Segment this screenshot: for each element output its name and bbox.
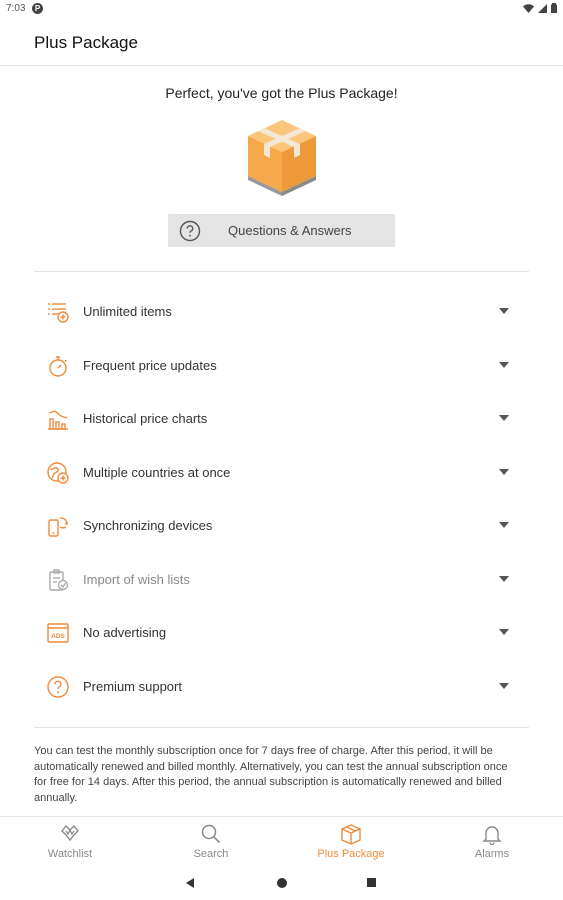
nav-label: Search (193, 848, 229, 860)
list-add-icon (48, 303, 69, 323)
back-icon[interactable] (186, 878, 194, 888)
divider-top (34, 271, 529, 272)
chevron-down-icon (499, 415, 509, 421)
nav-item-watchlist[interactable]: Watchlist (0, 817, 140, 867)
bell-icon (482, 826, 502, 845)
app-bar: Plus Package (0, 18, 563, 66)
chevron-down-icon (499, 469, 509, 475)
search-icon (201, 824, 221, 844)
feature-label: Multiple countries at once (83, 465, 231, 480)
status-icons (523, 3, 557, 13)
signal-icon (538, 3, 547, 13)
feature-row-no-advertising[interactable]: ADS No advertising (34, 613, 529, 653)
bottom-navigation: Watchlist Search Plus Package Alarms (0, 816, 563, 866)
confirmation-headline: Perfect, you've got the Plus Package! (165, 85, 398, 101)
feature-label: Synchronizing devices (83, 518, 213, 533)
chart-icon (48, 410, 68, 430)
home-icon[interactable] (277, 878, 287, 888)
question-circle-icon (179, 220, 201, 242)
feature-label: Premium support (83, 679, 182, 694)
feature-row-multiple-countries[interactable]: Multiple countries at once (34, 453, 529, 493)
chevron-down-icon (499, 522, 509, 528)
notification-p-icon: P (32, 3, 43, 14)
package-icon (341, 824, 361, 845)
status-bar: 7:03 P (0, 0, 563, 18)
sync-devices-icon (48, 517, 68, 537)
feature-row-premium-support[interactable]: Premium support (34, 667, 529, 707)
chevron-down-icon (499, 629, 509, 635)
chevron-down-icon (499, 362, 509, 368)
recent-apps-icon[interactable] (367, 878, 376, 887)
nav-label: Watchlist (47, 848, 93, 860)
stopwatch-icon (49, 356, 67, 377)
feature-row-historical-price-charts[interactable]: Historical price charts (34, 399, 529, 439)
battery-icon (551, 3, 557, 13)
nav-label: Plus Package (317, 848, 385, 860)
question-circle-icon (47, 676, 69, 698)
feature-label: Frequent price updates (83, 358, 217, 373)
feature-label: Import of wish lists (83, 572, 190, 587)
feature-row-synchronizing-devices[interactable]: Synchronizing devices (34, 506, 529, 546)
nav-item-alarms[interactable]: Alarms (422, 817, 562, 867)
feature-row-frequent-price-updates[interactable]: Frequent price updates (34, 346, 529, 386)
svg-text:ADS: ADS (51, 633, 65, 640)
no-ads-icon: ADS (47, 623, 69, 643)
chevron-down-icon (499, 576, 509, 582)
nav-label: Alarms (474, 848, 510, 860)
nav-item-search[interactable]: Search (141, 817, 281, 867)
subscription-info-text: You can test the monthly subscription on… (34, 745, 508, 804)
import-list-icon (49, 569, 69, 591)
feature-label: No advertising (83, 625, 167, 640)
status-time: 7:03 (6, 3, 26, 14)
chevron-down-icon (499, 308, 509, 314)
feature-row-import-wish-lists[interactable]: Import of wish lists (34, 560, 529, 600)
questions-answers-button[interactable]: Questions & Answers (168, 214, 395, 247)
chevron-down-icon (499, 683, 509, 689)
feature-row-unlimited-items[interactable]: Unlimited items (34, 292, 529, 332)
questions-answers-label: Questions & Answers (228, 223, 352, 238)
watchlist-icon (61, 824, 79, 842)
feature-label: Historical price charts (83, 411, 208, 426)
wifi-icon (523, 3, 534, 13)
nav-item-plus-package[interactable]: Plus Package (281, 817, 421, 867)
page-title: Plus Package (34, 33, 138, 52)
divider-bottom (34, 727, 529, 728)
system-navigation-bar (0, 866, 563, 900)
package-box-image (248, 120, 316, 196)
feature-label: Unlimited items (83, 304, 172, 319)
globe-add-icon (47, 462, 69, 484)
